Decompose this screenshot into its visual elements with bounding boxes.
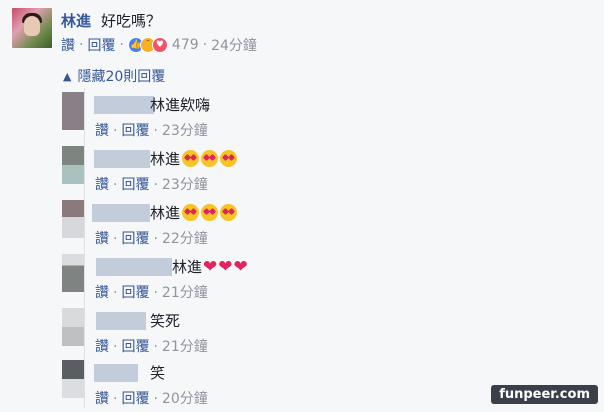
separator-dot: · (113, 231, 118, 247)
reply-avatar[interactable] (62, 308, 84, 346)
heart-emoji: ❤ (218, 257, 233, 277)
separator-dot: · (113, 391, 118, 407)
separator-dot: · (153, 231, 158, 247)
separator-dot: · (153, 123, 158, 139)
reply-message: 林進❤❤❤ (172, 256, 248, 277)
hide-replies-label: 隱藏20則回覆 (77, 69, 166, 85)
comment-author-link[interactable]: 林進 (61, 10, 91, 31)
separator-dot: · (119, 37, 124, 53)
reply-actions: 讚 · 回覆 · 23分鐘 (95, 174, 208, 194)
reply-item: 笑死 讚 · 回覆 · 21分鐘 (62, 308, 582, 360)
heart-eyes-emoji (201, 204, 219, 221)
reply-message: 林進 (150, 148, 238, 169)
mention-link[interactable]: 林進 (150, 150, 180, 168)
comment-actions: 讚 · 回覆 · 👍 ˘ ♥ 479 · 24分鐘 (61, 35, 257, 55)
blurred-name (94, 150, 150, 168)
heart-emoji: ❤ (203, 257, 218, 277)
reply-actions: 讚 · 回覆 · 21分鐘 (95, 282, 208, 302)
reply-message: 笑 (150, 362, 165, 383)
avatar-face (24, 16, 40, 36)
reply-text: 笑 (150, 364, 166, 382)
reply-item: 林進欸嗨 讚 · 回覆 · 23分鐘 (62, 92, 582, 144)
separator-dot: · (153, 177, 158, 193)
reply-timestamp[interactable]: 23分鐘 (162, 123, 208, 139)
comment-timestamp[interactable]: 24分鐘 (211, 35, 257, 55)
like-link[interactable]: 讚 (95, 177, 109, 193)
reply-timestamp[interactable]: 21分鐘 (162, 285, 208, 301)
reply-message: 林進 (150, 202, 238, 223)
watermark-logo: funpeer.com (491, 385, 598, 404)
like-link[interactable]: 讚 (95, 123, 109, 139)
mention-link[interactable]: 林進 (150, 96, 180, 114)
blurred-name (92, 204, 150, 222)
like-link[interactable]: 讚 (95, 391, 109, 407)
reply-message: 笑死 (150, 310, 180, 331)
reply-timestamp[interactable]: 20分鐘 (162, 391, 208, 407)
reply-actions: 讚 · 回覆 · 21分鐘 (95, 336, 208, 356)
separator-dot: · (113, 339, 118, 355)
heart-emoji: ❤ (233, 257, 248, 277)
separator-dot: · (113, 177, 118, 193)
like-link[interactable]: 讚 (95, 231, 109, 247)
reply-link[interactable]: 回覆 (121, 285, 149, 301)
mention-link[interactable]: 林進 (172, 258, 202, 276)
separator-dot: · (153, 285, 158, 301)
separator-dot: · (202, 37, 208, 53)
reply-avatar[interactable] (62, 360, 84, 398)
like-link[interactable]: 讚 (61, 35, 75, 55)
reply-actions: 讚 · 回覆 · 23分鐘 (95, 120, 208, 140)
reply-item: 林進 讚 · 回覆 · 22分鐘 (62, 200, 582, 252)
mention-link[interactable]: 林進 (150, 204, 180, 222)
like-link[interactable]: 讚 (95, 285, 109, 301)
blurred-name (94, 96, 154, 114)
reply-timestamp[interactable]: 21分鐘 (162, 339, 208, 355)
heart-eyes-emoji (220, 204, 238, 221)
reply-timestamp[interactable]: 23分鐘 (162, 177, 208, 193)
chevron-up-icon: ▲ (63, 69, 72, 83)
heart-eyes-emoji (182, 204, 200, 221)
blurred-name (96, 312, 146, 330)
separator-dot: · (79, 37, 84, 53)
hide-replies-toggle[interactable]: ▲ 隱藏20則回覆 (63, 66, 165, 86)
heart-eyes-emoji (220, 150, 238, 167)
reply-actions: 讚 · 回覆 · 20分鐘 (95, 388, 208, 408)
reply-item: 林進❤❤❤ 讚 · 回覆 · 21分鐘 (62, 254, 582, 306)
reply-link[interactable]: 回覆 (121, 177, 149, 193)
separator-dot: · (113, 123, 118, 139)
like-link[interactable]: 讚 (95, 339, 109, 355)
blurred-name (94, 364, 138, 382)
separator-dot: · (153, 391, 158, 407)
blurred-name (96, 258, 172, 276)
reply-avatar[interactable] (62, 200, 84, 238)
reply-avatar[interactable] (62, 146, 84, 184)
separator-dot: · (113, 285, 118, 301)
reply-actions: 讚 · 回覆 · 22分鐘 (95, 228, 208, 248)
separator-dot: · (153, 339, 158, 355)
heart-eyes-emoji (201, 150, 219, 167)
reply-item: 林進 讚 · 回覆 · 23分鐘 (62, 146, 582, 198)
reaction-icons[interactable]: 👍 ˘ ♥ (127, 37, 168, 53)
reply-link[interactable]: 回覆 (121, 231, 149, 247)
reply-link[interactable]: 回覆 (121, 123, 149, 139)
reply-link[interactable]: 回覆 (87, 35, 115, 55)
reply-message: 林進欸嗨 (150, 94, 210, 115)
commenter-avatar[interactable] (12, 8, 52, 48)
love-reaction-icon: ♥ (151, 37, 168, 53)
reply-avatar[interactable] (62, 92, 84, 130)
reply-text: 笑死 (150, 312, 181, 330)
reply-avatar[interactable] (62, 254, 84, 292)
reply-link[interactable]: 回覆 (121, 339, 149, 355)
reply-link[interactable]: 回覆 (121, 391, 149, 407)
reply-timestamp[interactable]: 22分鐘 (162, 231, 208, 247)
reply-text: 欸嗨 (180, 96, 211, 114)
reaction-count[interactable]: 479 (172, 37, 199, 53)
comment-text: 好吃嗎？ (101, 12, 162, 30)
heart-eyes-emoji (182, 150, 200, 167)
